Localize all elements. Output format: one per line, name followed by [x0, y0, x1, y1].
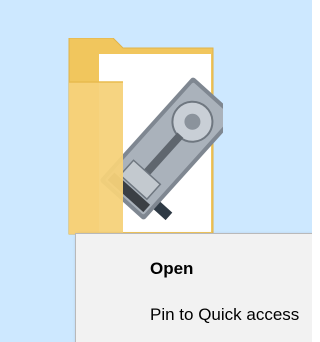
folder-icon[interactable] — [63, 38, 223, 238]
menu-item-open[interactable]: Open — [150, 254, 193, 284]
desktop-view: Open Pin to Quick access — [0, 0, 312, 342]
context-menu: Open Pin to Quick access — [75, 233, 312, 342]
menu-item-pin-to-quick-access[interactable]: Pin to Quick access — [150, 300, 299, 330]
